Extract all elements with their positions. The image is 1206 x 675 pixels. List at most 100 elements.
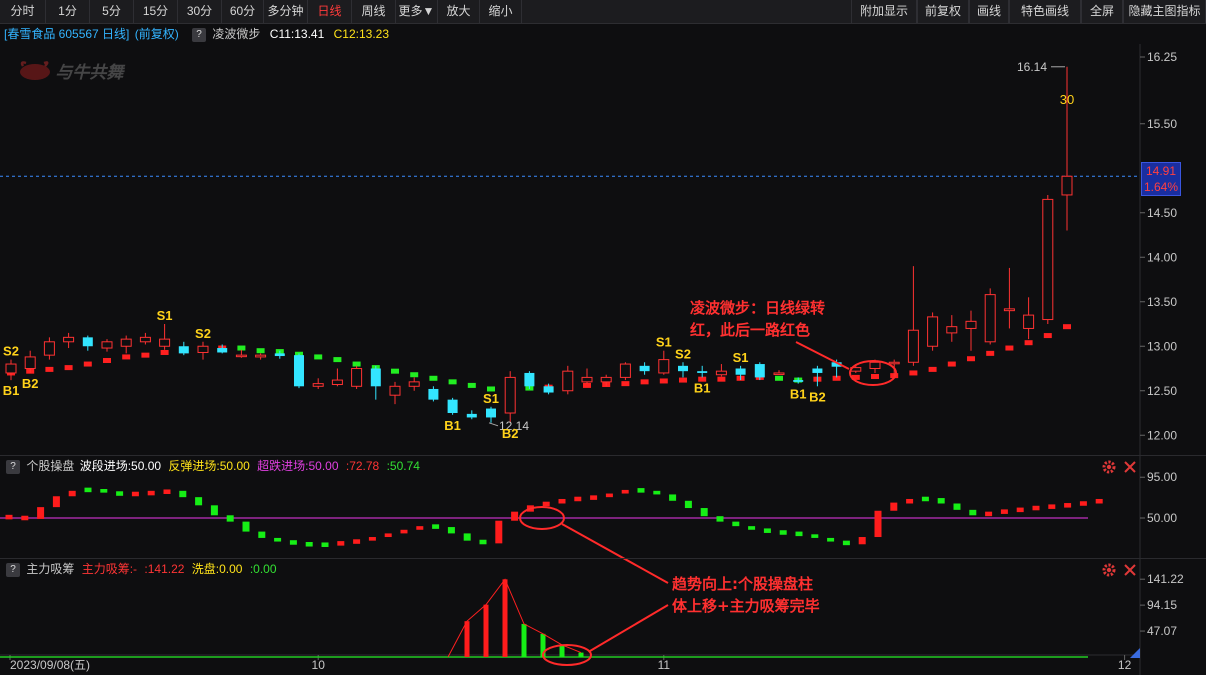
stock-pane-bar <box>511 511 519 521</box>
trend-segment <box>333 357 342 363</box>
stock-pane-bar <box>874 510 882 538</box>
candle-body <box>82 337 93 347</box>
candle-body <box>294 355 304 387</box>
candle-body <box>946 326 958 334</box>
stock-pane-bar <box>1000 509 1008 514</box>
candle-body <box>351 368 363 387</box>
trend-segment <box>391 368 399 374</box>
stock-pane-bar <box>921 496 929 502</box>
stock-pane-bar <box>653 490 661 495</box>
candle-body <box>24 356 36 369</box>
stock-pane-bar <box>953 503 961 510</box>
stock-pane-bar <box>1048 504 1056 509</box>
trend-segment <box>1063 324 1071 330</box>
stock-pane-bar <box>811 534 819 538</box>
kline-window: 分时 1分 5分 15分 30分 60分 多分钟 日线 周线 更多▼ 放大 缩小 隐藏主图指标 全屏 特色画… <box>0 0 1206 675</box>
stock-pane-l1: 波段进场:50.00 <box>79 459 162 473</box>
signal-s1: S1 <box>483 391 499 406</box>
stock-pane-bar <box>985 511 993 517</box>
main-pane-l2: :141.22 <box>144 562 185 576</box>
candle-body <box>754 364 765 378</box>
trend-segment <box>1005 345 1014 351</box>
stock-pane-bar <box>574 496 582 502</box>
pane-divider[interactable] <box>0 558 1206 559</box>
trend-segment <box>871 374 879 380</box>
main-pane-title[interactable]: 主力吸筹 <box>26 562 74 576</box>
candle-body <box>101 341 113 349</box>
stock-pane-l2: 反弹进场:50.00 <box>168 459 250 473</box>
annotation-trend-line2: 体上移+主力吸筹完毕 <box>672 597 820 615</box>
stock-pane-bar <box>969 509 977 516</box>
trend-segment <box>448 379 457 385</box>
candle-body <box>312 383 324 387</box>
stock-pane-bar <box>131 491 139 497</box>
stock-pane-bar <box>52 496 60 508</box>
resize-corner-icon[interactable] <box>1130 648 1140 658</box>
stock-pane-bar <box>700 508 708 517</box>
stock-pane-bar <box>68 490 76 497</box>
stock-pane-tick: 50.00 <box>1147 511 1177 525</box>
stock-pane-bar <box>242 521 250 532</box>
candle-body <box>1023 314 1035 329</box>
stock-pane-bar <box>890 502 898 511</box>
trend-segment <box>256 348 265 354</box>
stock-pane-bar <box>226 515 234 522</box>
candle-body <box>600 376 612 383</box>
candle-body <box>678 365 688 372</box>
gear-icon[interactable] <box>1101 459 1117 475</box>
candle-body <box>255 354 267 358</box>
stock-pane-bar <box>353 539 361 544</box>
trend-segment <box>122 354 131 360</box>
stock-pane-bar <box>637 488 645 493</box>
main-pane-l3: 洗盘:0.00 <box>191 562 243 576</box>
main-force-bar <box>578 652 584 657</box>
trend-segment <box>314 354 323 360</box>
candle-body <box>658 359 670 374</box>
candle-body <box>389 385 401 396</box>
stock-pane-bar <box>669 494 677 501</box>
candle-body <box>715 370 727 376</box>
stock-pane-bar <box>605 493 613 498</box>
candle-body <box>408 381 420 387</box>
close-icon[interactable] <box>1122 562 1138 578</box>
limit-count-label: 30 <box>1060 92 1074 107</box>
candle-body <box>274 353 285 357</box>
x-axis-label: 2023/09/08(五) <box>10 658 90 672</box>
stock-pane-bar <box>195 497 203 506</box>
main-force-bar <box>483 604 489 657</box>
close-icon[interactable] <box>1122 459 1138 475</box>
stock-pane-bar <box>258 531 266 538</box>
stock-pane-bar <box>432 524 440 529</box>
stock-pane-bar <box>147 490 155 496</box>
candle-body <box>1042 198 1054 321</box>
help-icon[interactable]: ? <box>6 562 20 577</box>
trend-segment <box>237 345 246 351</box>
main-pane-header: ? 主力吸筹 主力吸筹:- :141.22 洗盘:0.00 :0.00 <box>0 560 277 578</box>
help-icon[interactable]: ? <box>6 459 20 474</box>
y-tick-label: 12.00 <box>1147 428 1177 442</box>
stock-pane-bar <box>337 541 345 546</box>
trend-segment <box>1043 333 1052 339</box>
main-pane-tick: 94.15 <box>1147 598 1177 612</box>
candle-body <box>428 388 439 400</box>
annotation-trend-line1: 趋势向上:个股操盘柱 <box>672 575 813 593</box>
gear-icon[interactable] <box>1101 562 1117 578</box>
candle-body <box>1003 308 1015 312</box>
stock-pane-bar <box>163 489 171 494</box>
pane-divider[interactable] <box>0 455 1206 456</box>
stock-pane-bar <box>906 498 914 504</box>
stock-pane-bar <box>84 487 92 493</box>
candle-body <box>562 370 574 392</box>
stock-pane-bar <box>479 539 487 545</box>
candle-body <box>1061 175 1073 196</box>
stock-pane-title[interactable]: 个股操盘 <box>26 459 74 473</box>
stock-pane-bar <box>463 533 471 541</box>
stock-pane-bar <box>368 537 376 541</box>
trend-segment <box>583 382 591 388</box>
stock-pane-bar <box>289 540 297 545</box>
stock-pane-bar <box>447 527 455 534</box>
trend-segment <box>103 357 111 363</box>
x-axis-label: 11 <box>658 658 671 672</box>
candle-body <box>984 294 996 343</box>
stock-pane-bar <box>1016 507 1024 513</box>
